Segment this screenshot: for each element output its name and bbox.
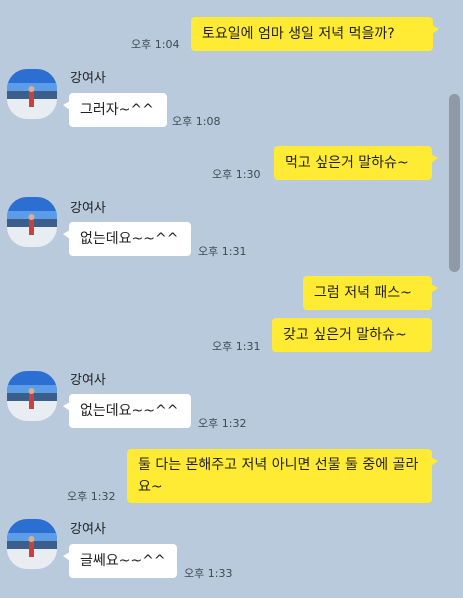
- incoming-message-bubble[interactable]: 없는데요~~^^: [63, 394, 191, 428]
- contact-name: 강여사: [70, 522, 106, 537]
- chat-area: 토요일에 엄마 생일 저녁 먹을까? 오후 1:04 강여사 그러자~^^ 오후…: [0, 0, 463, 598]
- avatar-photo-icon: [7, 371, 57, 421]
- message-time: 오후 1:08: [172, 115, 221, 128]
- message-time: 오후 1:31: [198, 245, 247, 258]
- message-time: 오후 1:32: [67, 490, 116, 503]
- incoming-message-bubble[interactable]: 그러자~^^: [63, 93, 167, 127]
- incoming-message-bubble[interactable]: 없는데요~~^^: [63, 222, 191, 256]
- contact-name: 강여사: [70, 373, 106, 388]
- avatar-photo-icon: [7, 519, 57, 569]
- contact-avatar[interactable]: [7, 371, 57, 421]
- contact-avatar[interactable]: [7, 519, 57, 569]
- contact-name: 강여사: [70, 201, 106, 216]
- message-time: 오후 1:30: [212, 168, 261, 181]
- incoming-message-bubble[interactable]: 글쎄요~~^^: [63, 544, 177, 578]
- message-time: 오후 1:04: [131, 38, 180, 51]
- scrollbar-thumb[interactable]: [449, 94, 460, 272]
- message-time: 오후 1:33: [184, 567, 233, 580]
- avatar-photo-icon: [7, 69, 57, 119]
- avatar-photo-icon: [7, 197, 57, 247]
- outgoing-message-bubble[interactable]: 먹고 싶은거 말하슈~: [274, 146, 438, 180]
- outgoing-message-bubble[interactable]: 둘 다는 몬해주고 저녁 아니면 선물 둘 중에 골라요~: [127, 449, 438, 503]
- contact-name: 강여사: [70, 71, 106, 86]
- message-time: 오후 1:31: [212, 340, 261, 353]
- contact-avatar[interactable]: [7, 69, 57, 119]
- scrollbar-track[interactable]: [447, 0, 463, 598]
- outgoing-message-bubble[interactable]: 갖고 싶은거 말하슈~: [272, 318, 432, 352]
- outgoing-message-bubble[interactable]: 그럼 저녁 패스~: [303, 276, 438, 310]
- message-time: 오후 1:32: [198, 417, 247, 430]
- contact-avatar[interactable]: [7, 197, 57, 247]
- outgoing-message-bubble[interactable]: 토요일에 엄마 생일 저녁 먹을까?: [191, 17, 439, 51]
